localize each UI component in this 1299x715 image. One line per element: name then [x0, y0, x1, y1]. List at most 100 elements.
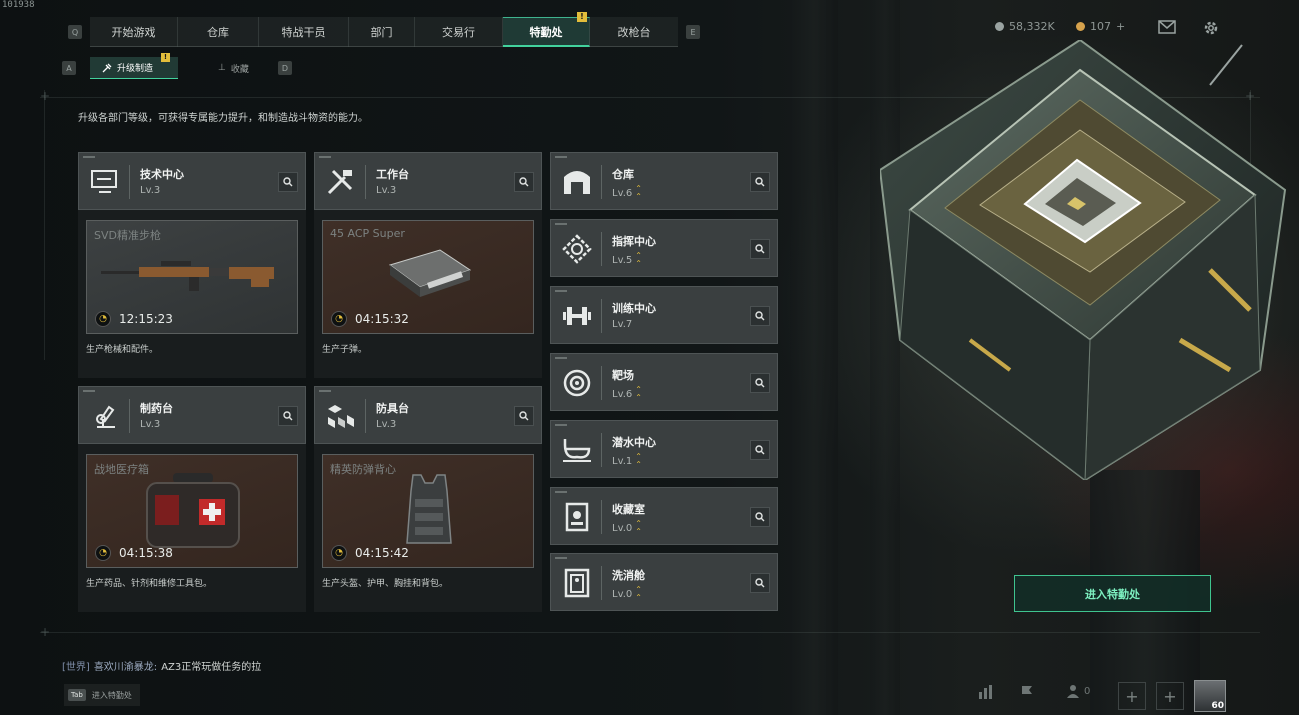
search-button[interactable] [750, 440, 770, 460]
chat-username[interactable]: 喜欢川渝暴龙: [94, 658, 157, 673]
chat-channel: [世界] [62, 662, 90, 673]
settings-gear-icon[interactable] [1202, 19, 1220, 41]
upgrade-available-icon: ⌃ ⌃ [635, 385, 642, 402]
search-icon [755, 244, 765, 254]
premium-currency-display[interactable]: 107 + [1076, 20, 1125, 33]
department-shooting-range[interactable]: 靶场 Lv.6 ⌃ ⌃ [550, 353, 778, 411]
workshop-card-medical[interactable]: 制药台 Lv.3 战地医疗箱 ◔ 04:15:38 生产药品、针剂和维修工具包。 [78, 386, 306, 612]
item-name: 战地医疗箱 [94, 463, 149, 476]
money-display[interactable]: 58,332K [995, 20, 1055, 33]
production-slot[interactable]: 45 ACP Super ◔ 04:15:32 [322, 220, 534, 334]
search-icon [283, 411, 293, 421]
search-icon [755, 512, 765, 522]
search-button[interactable] [514, 406, 534, 426]
workshop-level: Lv.3 [376, 185, 397, 196]
body-armor-image [406, 474, 452, 544]
subnav-prev-key-hint[interactable]: A [62, 61, 76, 75]
department-collection-room[interactable]: 收藏室 Lv.0 ⌃ ⌃ [550, 487, 778, 545]
production-timer: ◔ 04:15:32 [331, 311, 409, 327]
department-warehouse[interactable]: 仓库 Lv.6 ⌃ ⌃ [550, 152, 778, 210]
search-button[interactable] [750, 373, 770, 393]
department-level: Lv.5 [612, 254, 633, 266]
search-button[interactable] [750, 573, 770, 593]
department-decontamination[interactable]: 洗消舱 Lv.0 ⌃ ⌃ [550, 553, 778, 611]
workshop-card-tech-center[interactable]: 技术中心 Lv.3 SVD精准步枪 ◔ 12:15:23 生产枪械和配件。 [78, 152, 306, 378]
workshop-header: 防具台 Lv.3 [314, 386, 542, 444]
tab-operators[interactable]: 特战干员 [259, 17, 349, 47]
medkit-image [146, 473, 240, 548]
sub-nav: A 升级制造 ! ⊥ 收藏 D [62, 53, 292, 79]
tab-trading-house[interactable]: 交易行 [415, 17, 503, 47]
premium-add-button[interactable]: + [1116, 20, 1125, 33]
search-button[interactable] [278, 172, 298, 192]
player-avatar[interactable]: 60 [1194, 680, 1226, 712]
nav-next-key-hint[interactable]: E [686, 25, 700, 39]
add-teammate-slot-2[interactable]: + [1156, 682, 1184, 710]
build-id: 101938 [2, 0, 35, 10]
search-icon [283, 177, 293, 187]
target-icon [563, 369, 591, 397]
workshop-name: 防具台 [376, 402, 409, 415]
production-slot[interactable]: SVD精准步枪 ◔ 12:15:23 [86, 220, 298, 334]
stats-chart-icon[interactable] [977, 684, 995, 700]
subnav-next-key-hint[interactable]: D [278, 61, 292, 75]
main-tabs: 开始游戏 仓库 特战干员 部门 交易行 特勤处 ! 改枪台 [90, 12, 678, 47]
subtab-upgrade-craft[interactable]: 升级制造 ! [90, 53, 178, 79]
upgrade-available-icon: ⌃ ⌃ [635, 585, 642, 602]
production-timer: ◔ 04:15:42 [331, 545, 409, 561]
ammo-box-image [388, 249, 472, 297]
workshop-card-workbench[interactable]: 工作台 Lv.3 45 ACP Super ◔ 04:15:32 生产子弹。 [314, 152, 542, 378]
department-level: Lv.6 [612, 388, 633, 400]
workshop-description: 生产子弹。 [322, 345, 368, 355]
decon-icon [564, 568, 590, 598]
search-button[interactable] [278, 406, 298, 426]
search-button[interactable] [514, 172, 534, 192]
tab-start-game[interactable]: 开始游戏 [90, 17, 178, 47]
add-teammate-slot-1[interactable]: + [1118, 682, 1146, 710]
department-level: Lv.1 [612, 455, 633, 467]
armor-boxes-icon [328, 405, 354, 428]
tools-icon [327, 169, 353, 195]
production-slot[interactable]: 精英防弹背心 ◔ 04:15:42 [322, 454, 534, 568]
upgrade-available-icon: ⌃ ⌃ [635, 519, 642, 536]
department-name: 靶场 [612, 369, 634, 382]
department-name: 仓库 [612, 168, 634, 181]
department-name: 收藏室 [612, 503, 645, 516]
flag-icon[interactable] [1019, 684, 1035, 700]
search-icon [755, 445, 765, 455]
item-name: 45 ACP Super [330, 227, 405, 240]
mail-icon[interactable] [1158, 20, 1176, 38]
chat-line[interactable]: [世界] 喜欢川渝暴龙: AZ3正常玩做任务的拉 [62, 658, 261, 673]
player-level: 60 [1211, 701, 1224, 711]
production-slot[interactable]: 战地医疗箱 ◔ 04:15:38 [86, 454, 298, 568]
tab-warehouse[interactable]: 仓库 [178, 17, 259, 47]
workshop-description: 生产头盔、护甲、胸挂和背包。 [322, 579, 449, 589]
microscope-icon [96, 405, 115, 428]
production-timer: ◔ 12:15:23 [95, 311, 173, 327]
tab-key-hint[interactable]: Tab 进入特勤处 [64, 684, 140, 706]
special-ops-cube-artwork [880, 40, 1287, 480]
department-training-center[interactable]: 训练中心 Lv.7 [550, 286, 778, 344]
nav-prev-key-hint[interactable]: Q [68, 25, 82, 39]
tab-hint-label: 进入特勤处 [91, 690, 132, 700]
tab-gunsmith[interactable]: 改枪台 [590, 17, 678, 47]
search-button[interactable] [750, 239, 770, 259]
search-button[interactable] [750, 306, 770, 326]
upgrade-available-icon: ⌃ ⌃ [635, 184, 642, 201]
item-name: SVD精准步枪 [94, 229, 161, 242]
search-button[interactable] [750, 507, 770, 527]
timer-icon: ◔ [331, 311, 347, 327]
department-command-center[interactable]: 指挥中心 Lv.5 ⌃ ⌃ [550, 219, 778, 277]
workshop-card-armor[interactable]: 防具台 Lv.3 精英防弹背心 ◔ 04:15:42 生产头盔、护甲、胸挂和背包… [314, 386, 542, 612]
enter-special-ops-button[interactable]: 进入特勤处 [1014, 575, 1211, 612]
workshop-name: 技术中心 [140, 168, 184, 181]
department-diving-center[interactable]: 潜水中心 Lv.1 ⌃ ⌃ [550, 420, 778, 478]
trophy-icon: ⊥ [218, 63, 226, 73]
tab-special-ops[interactable]: 特勤处 ! [503, 12, 590, 47]
search-icon [755, 378, 765, 388]
search-button[interactable] [750, 172, 770, 192]
subtab-collection[interactable]: ⊥ 收藏 [178, 57, 266, 79]
tab-departments[interactable]: 部门 [349, 17, 415, 47]
friends-indicator[interactable]: 0 [1066, 684, 1090, 698]
subtab-alert-badge: ! [161, 53, 170, 62]
